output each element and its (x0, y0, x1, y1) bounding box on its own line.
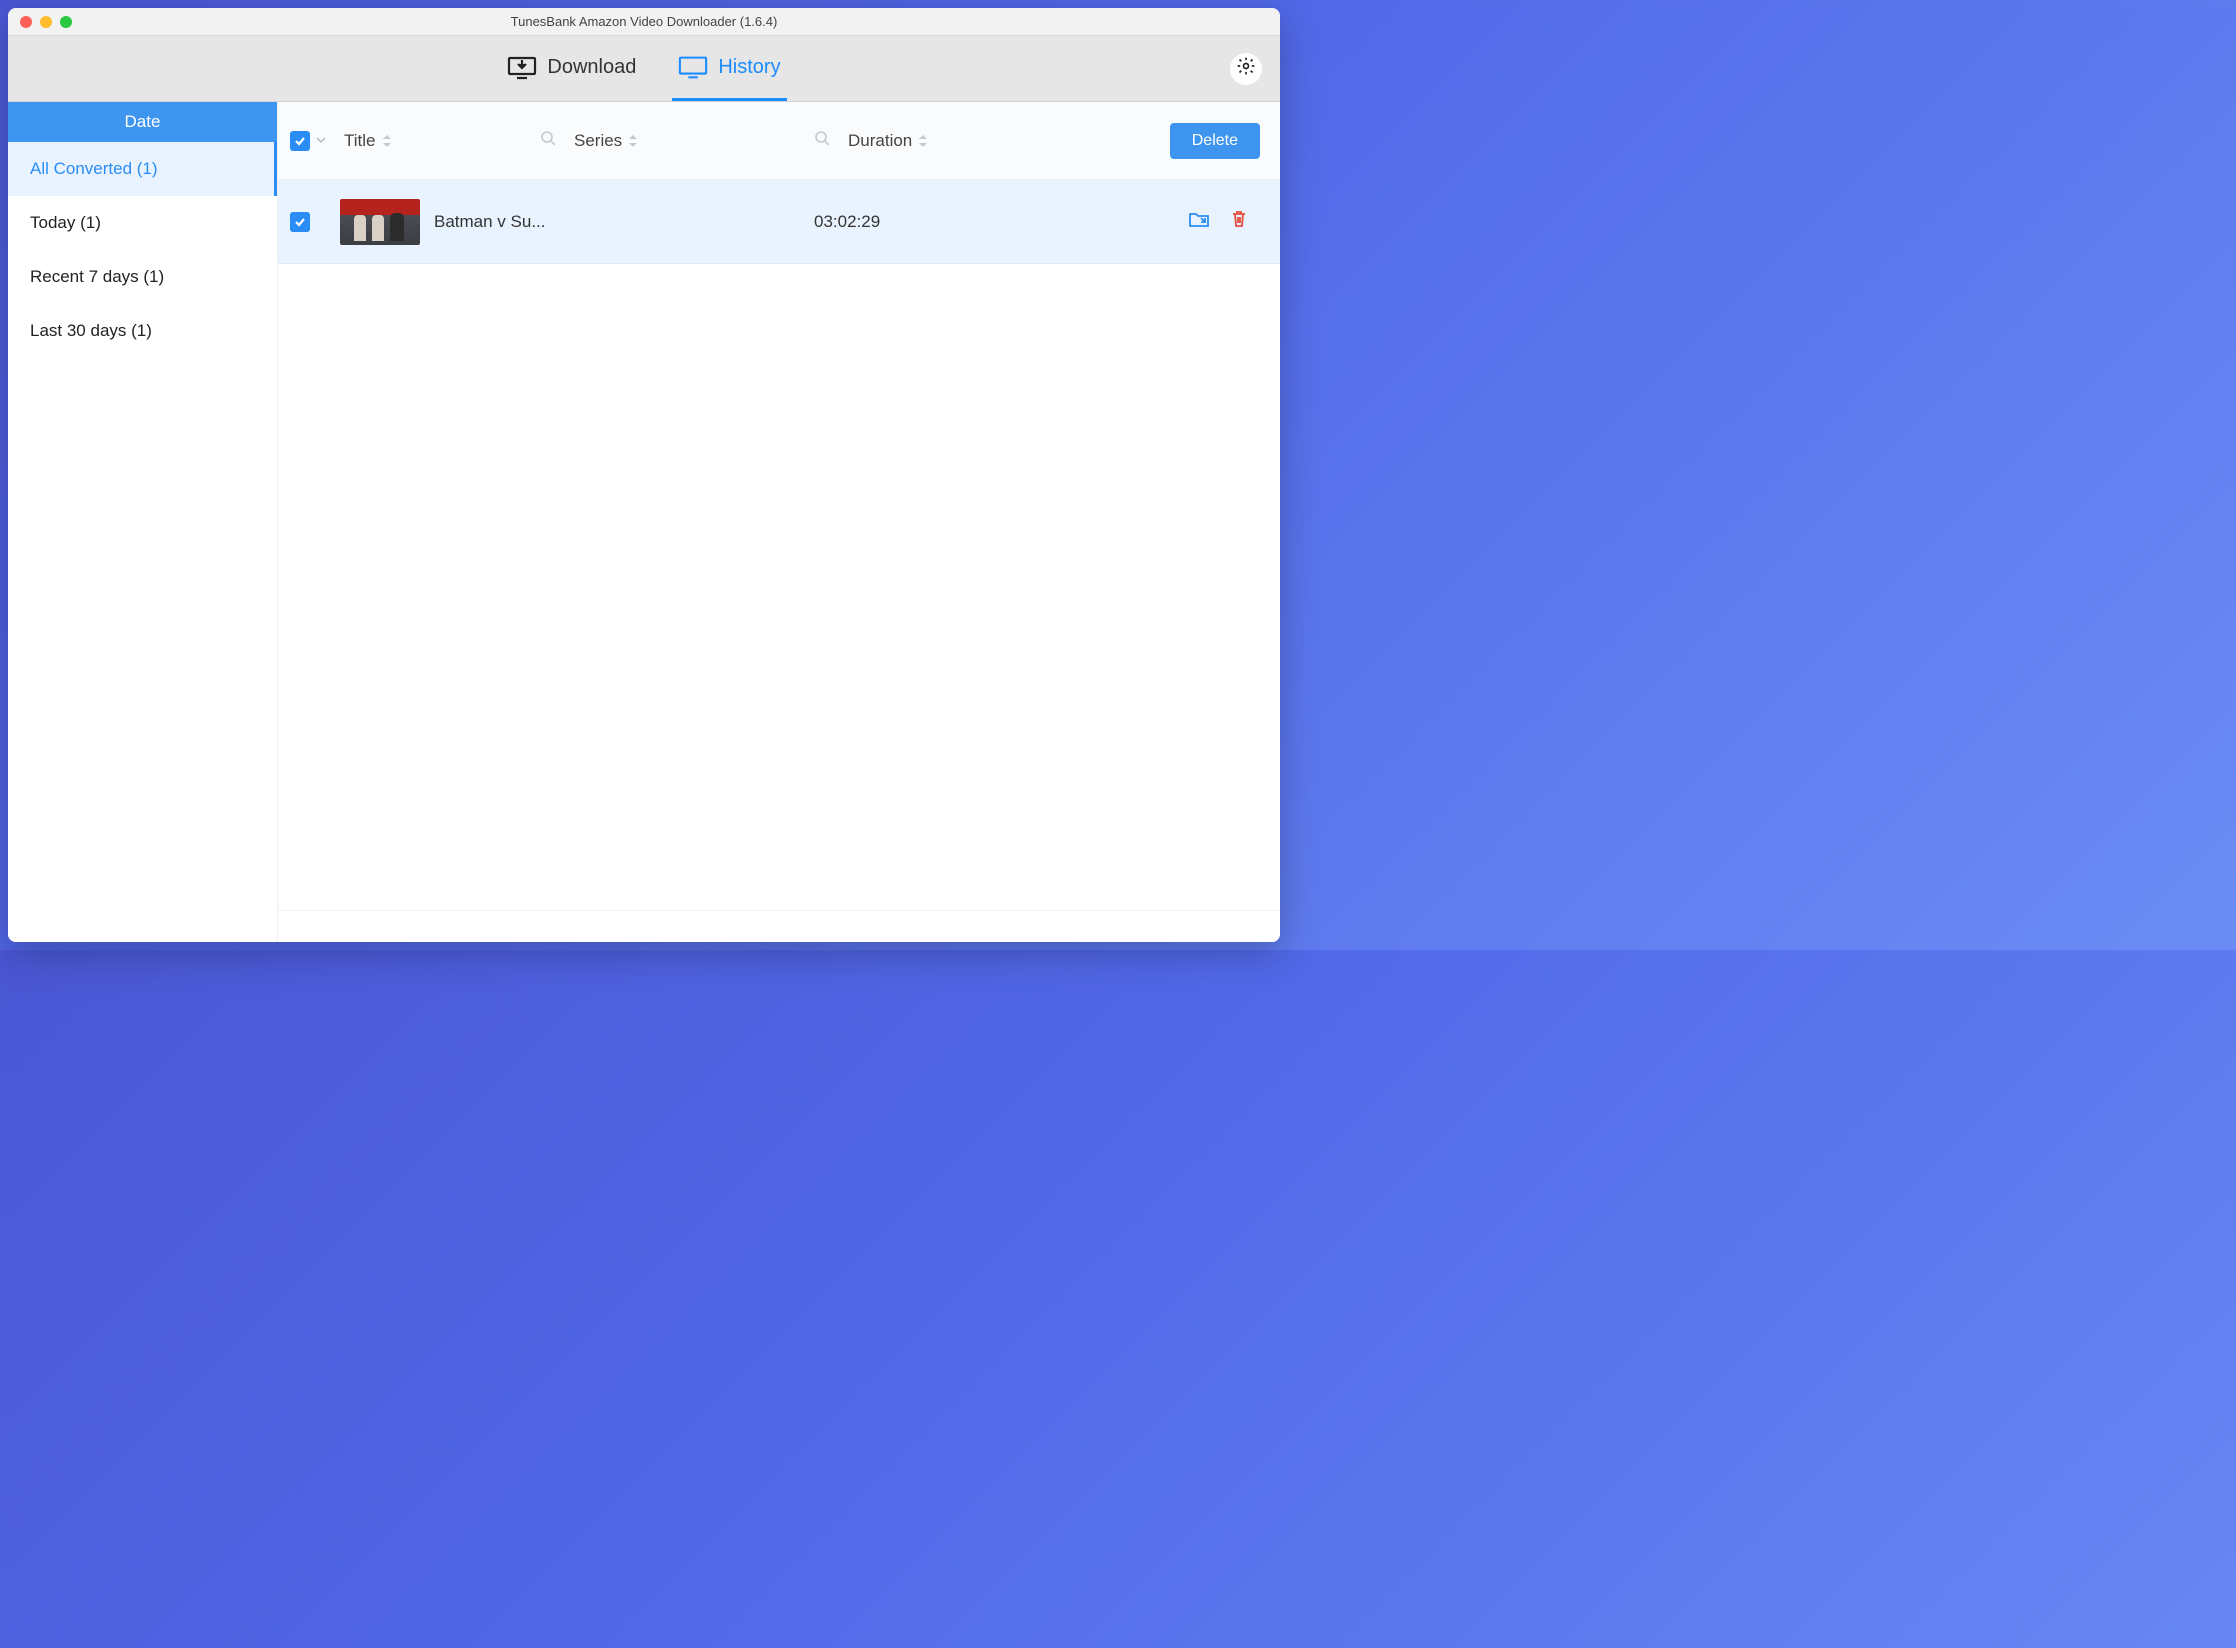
sidebar-item-label: All Converted (1) (30, 159, 158, 179)
close-window-button[interactable] (20, 16, 32, 28)
sidebar-item-last-30-days[interactable]: Last 30 days (1) (8, 304, 277, 358)
sidebar: Date All Converted (1) Today (1) Recent … (8, 102, 278, 942)
minimize-window-button[interactable] (40, 16, 52, 28)
sort-title[interactable] (382, 134, 392, 148)
tab-download[interactable]: Download (501, 36, 642, 101)
table-header: Title Series D (278, 102, 1280, 180)
title-bar: TunesBank Amazon Video Downloader (1.6.4… (8, 8, 1280, 36)
main-panel: Title Series D (278, 102, 1280, 942)
sidebar-item-all-converted[interactable]: All Converted (1) (8, 142, 277, 196)
video-thumbnail (340, 199, 420, 245)
sort-series[interactable] (628, 134, 638, 148)
gear-icon (1236, 56, 1256, 81)
history-icon (678, 54, 708, 80)
delete-row-button[interactable] (1228, 211, 1250, 233)
search-series-icon[interactable] (814, 130, 830, 151)
column-duration-label: Duration (848, 131, 912, 151)
sidebar-item-label: Recent 7 days (1) (30, 267, 164, 287)
trash-icon (1229, 209, 1249, 234)
sidebar-item-label: Last 30 days (1) (30, 321, 152, 341)
window-title: TunesBank Amazon Video Downloader (1.6.4… (511, 14, 778, 29)
search-title-icon[interactable] (540, 130, 556, 151)
column-title-label: Title (344, 131, 376, 151)
sidebar-item-today[interactable]: Today (1) (8, 196, 277, 250)
table-row[interactable]: Batman v Su... 03:02:29 (278, 180, 1280, 264)
tab-history-label: History (718, 56, 780, 79)
table-footer (278, 910, 1280, 942)
content-body: Date All Converted (1) Today (1) Recent … (8, 102, 1280, 942)
column-series-label: Series (574, 131, 622, 151)
row-checkbox[interactable] (290, 212, 310, 232)
sidebar-item-recent-7-days[interactable]: Recent 7 days (1) (8, 250, 277, 304)
row-actions (1188, 211, 1250, 233)
row-title: Batman v Su... (434, 212, 574, 232)
tab-history[interactable]: History (672, 36, 786, 101)
app-window: TunesBank Amazon Video Downloader (1.6.4… (8, 8, 1280, 942)
select-all-checkbox[interactable] (290, 131, 310, 151)
folder-open-icon (1188, 209, 1210, 234)
tab-download-label: Download (547, 56, 636, 79)
toolbar: Download History (8, 36, 1280, 102)
select-all-dropdown[interactable] (316, 132, 326, 150)
sidebar-header: Date (8, 102, 277, 142)
sort-duration[interactable] (918, 134, 928, 148)
settings-button[interactable] (1230, 53, 1262, 85)
maximize-window-button[interactable] (60, 16, 72, 28)
traffic-lights (20, 16, 72, 28)
open-folder-button[interactable] (1188, 211, 1210, 233)
download-icon (507, 54, 537, 80)
delete-button[interactable]: Delete (1170, 123, 1260, 159)
row-duration: 03:02:29 (814, 212, 1044, 232)
sidebar-item-label: Today (1) (30, 213, 101, 233)
